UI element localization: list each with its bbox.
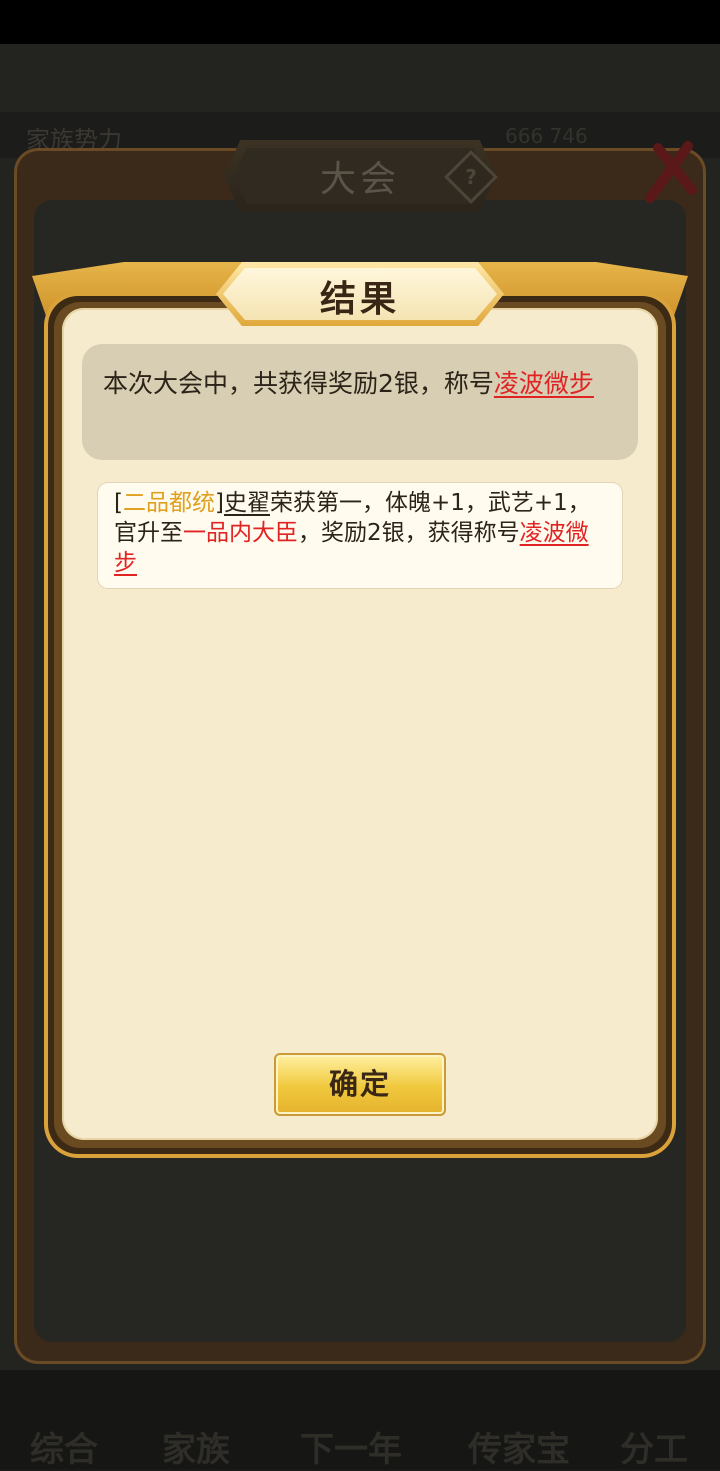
summary-box <box>82 344 638 460</box>
position-label: 一品内大臣 <box>183 520 298 546</box>
summary-title-link[interactable]: 凌波微步 <box>494 369 594 398</box>
bottom-nav: 综合 家族 下一年 传家宝 分工 <box>0 1370 720 1470</box>
detail-text: [二品都统]史翟荣获第一，体魄+1，武艺+1，官升至一品内大臣，奖励2银，获得称… <box>114 488 610 578</box>
rank-label: 二品都统 <box>122 490 215 516</box>
confirm-button-label: 确定 <box>328 1067 391 1101</box>
resource-counter: 666 746 <box>505 124 588 148</box>
detail-text-2: ，奖励2银，获得称号 <box>298 520 520 546</box>
summary-prefix: 本次大会中，共获得奖励2银，称号 <box>103 369 494 398</box>
nav-item-division: 分工 <box>620 1430 688 1470</box>
nav-item-next-year: 下一年 <box>300 1430 402 1470</box>
rank-bracket-close: ] <box>214 490 224 516</box>
nav-item-general: 综合 <box>30 1430 98 1470</box>
nav-item-heirloom: 传家宝 <box>468 1430 570 1470</box>
result-title: 结果 <box>319 279 400 320</box>
confirm-button[interactable]: 确定 <box>274 1053 446 1116</box>
close-icon[interactable] <box>640 138 700 208</box>
status-bar <box>0 0 720 44</box>
rank-bracket-open: [ <box>114 490 123 516</box>
character-name-link[interactable]: 史翟 <box>224 490 270 516</box>
nav-item-family: 家族 <box>162 1430 230 1470</box>
summary-text: 本次大会中，共获得奖励2银，称号凌波微步 <box>103 366 613 402</box>
